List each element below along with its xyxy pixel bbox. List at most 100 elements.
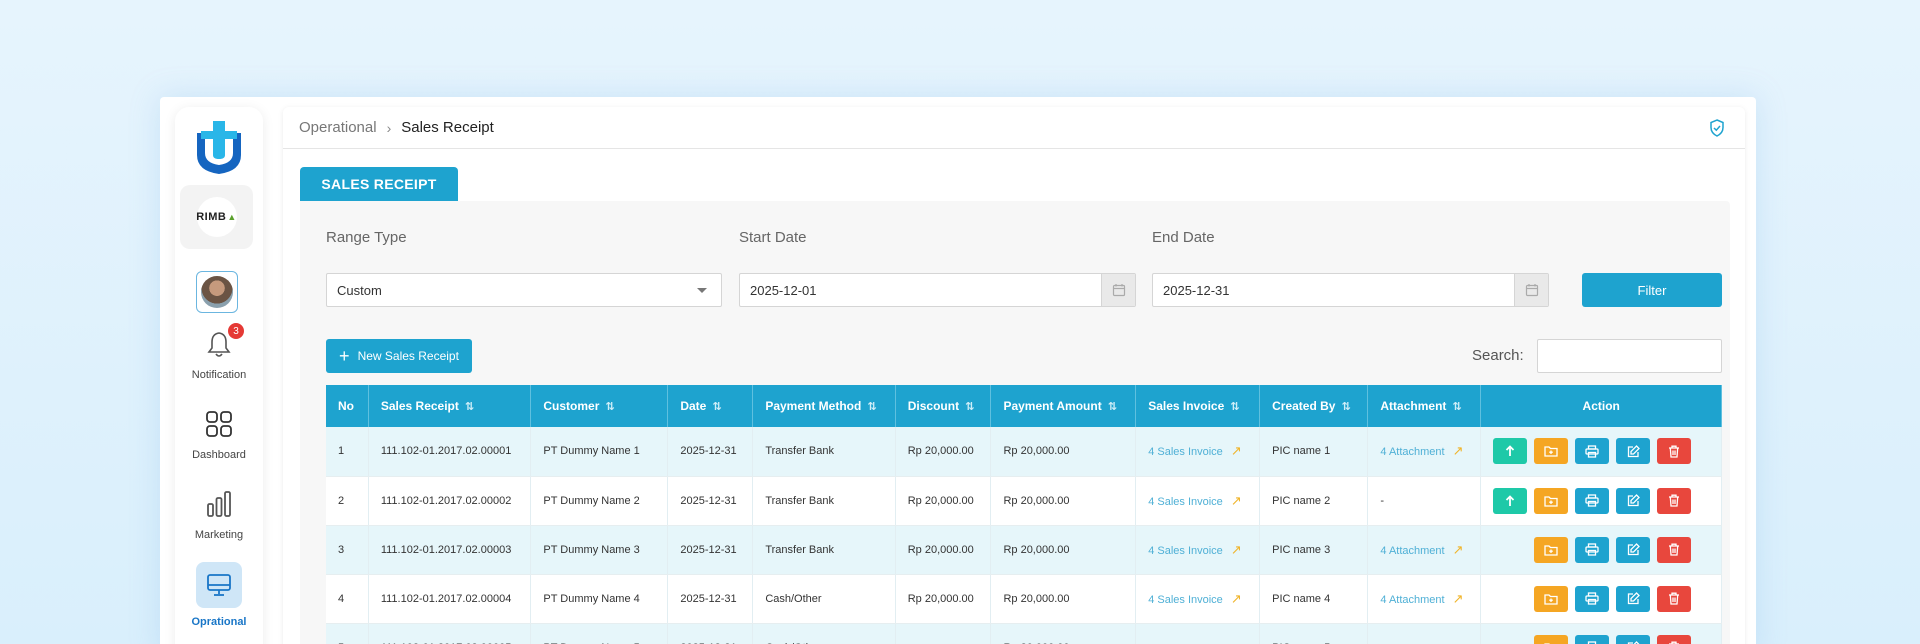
cell-value: Rp 20,000.00 — [1003, 494, 1070, 507]
external-link-icon[interactable]: ↗ — [1453, 591, 1464, 606]
delete-button[interactable] — [1657, 634, 1692, 644]
start-date-input[interactable]: 2025-12-01 — [739, 273, 1136, 307]
nav-label: Notification — [191, 369, 247, 381]
delete-button[interactable] — [1657, 438, 1692, 465]
cell-link[interactable]: 4 Attachment — [1380, 545, 1444, 557]
new-sales-receipt-button[interactable]: + New Sales Receipt — [326, 339, 472, 373]
delete-button[interactable] — [1657, 536, 1692, 563]
edit-button[interactable] — [1616, 634, 1651, 644]
plus-icon: + — [339, 346, 350, 366]
nav-operational[interactable]: Oprational — [175, 562, 263, 628]
cell-link[interactable]: 4 Sales Invoice — [1148, 446, 1223, 458]
cell-link[interactable]: 4 Attachment — [1380, 594, 1444, 606]
sort-icon[interactable]: ⇅ — [867, 401, 876, 413]
print-button[interactable] — [1575, 487, 1610, 514]
external-link-icon[interactable]: ↗ — [1453, 542, 1464, 557]
column-header[interactable]: Date ⇅ — [667, 385, 754, 427]
print-icon — [1585, 494, 1600, 507]
tab-sales-receipt[interactable]: SALES RECEIPT — [300, 167, 458, 201]
breadcrumb-parent[interactable]: Operational — [299, 119, 377, 136]
external-link-icon[interactable]: ↗ — [1231, 542, 1242, 557]
edit-button[interactable] — [1616, 536, 1651, 563]
table-cell: PT Dummy Name 5 — [530, 623, 669, 644]
print-button[interactable] — [1575, 585, 1610, 612]
table-cell: PT Dummy Name 1 — [530, 427, 669, 477]
column-header[interactable]: Created By ⇅ — [1259, 385, 1369, 427]
table-cell: 2025-12-31 — [667, 525, 754, 575]
column-header[interactable]: Discount ⇅ — [895, 385, 992, 427]
cell-link[interactable]: 4 Sales Invoice — [1148, 496, 1223, 508]
column-header[interactable]: Sales Receipt ⇅ — [368, 385, 532, 427]
edit-button[interactable] — [1616, 438, 1651, 465]
add-folder-button[interactable] — [1534, 634, 1569, 644]
cell-value: Cash/Other — [765, 592, 822, 605]
print-button[interactable] — [1575, 438, 1610, 465]
sort-icon[interactable]: ⇅ — [605, 401, 614, 413]
add-folder-button[interactable] — [1534, 536, 1569, 563]
filter-button[interactable]: Filter — [1582, 273, 1722, 307]
avatar[interactable] — [196, 271, 238, 313]
range-type-select[interactable]: Custom — [326, 273, 722, 307]
external-link-icon[interactable]: ↗ — [1231, 640, 1242, 644]
sort-icon[interactable]: ⇅ — [965, 401, 974, 413]
nav-notification[interactable]: 3 Notification — [175, 323, 263, 381]
company-brand[interactable]: RIMB ▲ — [180, 185, 253, 249]
table-cell: Rp 20,000.00 — [990, 525, 1137, 575]
upload-button[interactable] — [1493, 438, 1528, 465]
column-header[interactable]: Customer ⇅ — [530, 385, 669, 427]
external-link-icon[interactable]: ↗ — [1231, 443, 1242, 458]
sort-icon[interactable]: ⇅ — [465, 401, 474, 413]
sort-icon[interactable]: ⇅ — [1341, 401, 1350, 413]
column-header-label: Discount — [907, 399, 960, 413]
cell-value: 111.102-01.2017.02.00004 — [380, 592, 512, 605]
sort-icon[interactable]: ⇅ — [712, 401, 721, 413]
table-cell: 2025-12-31 — [667, 574, 754, 624]
column-header[interactable]: Attachment ⇅ — [1367, 385, 1482, 427]
end-date-input[interactable]: 2025-12-31 — [1152, 273, 1549, 307]
external-link-icon[interactable]: ↗ — [1453, 443, 1464, 458]
table-cell: PT Dummy Name 2 — [530, 476, 669, 526]
nav-marketing[interactable]: Marketing — [175, 489, 263, 541]
upload-button[interactable] — [1493, 487, 1528, 514]
edit-button[interactable] — [1616, 585, 1651, 612]
table-header: No Sales Receipt ⇅ Customer ⇅ Date ⇅ Payment Me… — [326, 385, 1722, 427]
cell-link[interactable]: 4 Sales Invoice — [1148, 545, 1223, 557]
external-link-icon[interactable]: ↗ — [1231, 493, 1242, 508]
search-input[interactable] — [1537, 339, 1722, 373]
cell-value: Rp 20,000.00 — [907, 494, 974, 507]
external-link-icon[interactable]: ↗ — [1453, 640, 1464, 644]
print-button[interactable] — [1575, 536, 1610, 563]
calendar-icon[interactable] — [1514, 274, 1548, 306]
nav-dashboard[interactable]: Dashboard — [175, 409, 263, 461]
shield-check-icon[interactable] — [1709, 119, 1725, 137]
add-folder-button[interactable] — [1534, 487, 1569, 514]
sort-icon[interactable]: ⇅ — [1108, 401, 1117, 413]
cell-value: - — [1380, 494, 1385, 507]
table-cell: 4 Sales Invoice↗ — [1135, 623, 1261, 644]
cell-value: Transfer Bank — [765, 543, 834, 556]
column-header[interactable]: Payment Method ⇅ — [752, 385, 896, 427]
table-row: 4 111.102-01.2017.02.00004 PT Dummy Name 4… — [326, 574, 1722, 624]
add-folder-icon — [1544, 446, 1559, 457]
delete-icon — [1669, 592, 1680, 605]
avatar-photo — [201, 276, 233, 308]
external-link-icon[interactable]: ↗ — [1231, 591, 1242, 606]
cell-link[interactable]: 4 Attachment — [1380, 446, 1444, 458]
delete-button[interactable] — [1657, 487, 1692, 514]
breadcrumb: Operational › Sales Receipt — [283, 107, 1745, 149]
print-icon — [1585, 543, 1600, 556]
cell-link[interactable]: 4 Sales Invoice — [1148, 594, 1223, 606]
cell-value: PT Dummy Name 1 — [543, 445, 640, 458]
add-folder-button[interactable] — [1534, 585, 1569, 612]
column-header[interactable]: Sales Invoice ⇅ — [1135, 385, 1261, 427]
calendar-icon[interactable] — [1101, 274, 1135, 306]
table-cell: Transfer Bank — [752, 476, 896, 526]
sort-icon[interactable]: ⇅ — [1230, 401, 1239, 413]
add-folder-button[interactable] — [1534, 438, 1569, 465]
column-header[interactable]: Payment Amount ⇅ — [990, 385, 1137, 427]
delete-button[interactable] — [1657, 585, 1692, 612]
sort-icon[interactable]: ⇅ — [1452, 401, 1461, 413]
start-date-value: 2025-12-01 — [750, 282, 817, 298]
print-button[interactable] — [1575, 634, 1610, 644]
edit-button[interactable] — [1616, 487, 1651, 514]
